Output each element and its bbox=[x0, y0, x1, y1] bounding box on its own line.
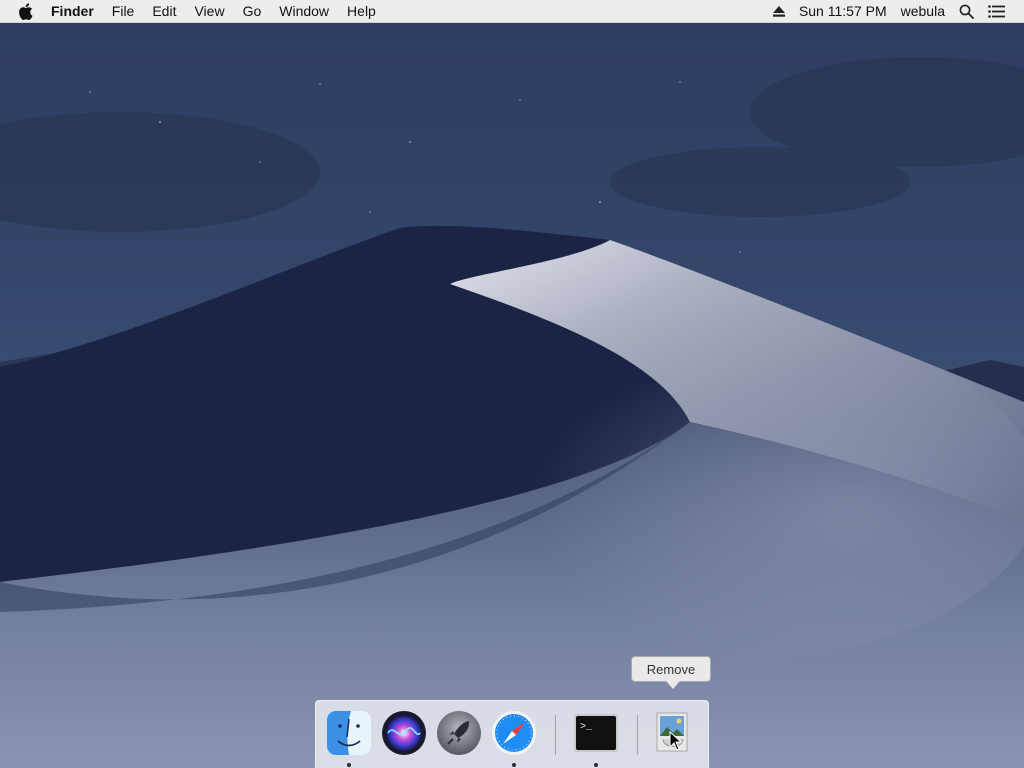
safari-icon bbox=[492, 711, 536, 755]
search-icon[interactable] bbox=[952, 4, 981, 19]
menu-bar-left: Finder File Edit View Go Window Help bbox=[0, 0, 385, 22]
terminal-icon: >_ bbox=[574, 714, 618, 752]
dock-separator bbox=[555, 715, 556, 755]
menu-help[interactable]: Help bbox=[338, 0, 385, 22]
desktop-wallpaper bbox=[0, 22, 1024, 768]
menu-app-finder[interactable]: Finder bbox=[42, 0, 103, 22]
terminal-running-indicator bbox=[594, 763, 598, 767]
list-icon[interactable] bbox=[981, 4, 1012, 18]
dock-item-launchpad[interactable] bbox=[435, 709, 483, 757]
menu-window[interactable]: Window bbox=[270, 0, 338, 22]
siri-icon bbox=[382, 711, 426, 755]
menu-bar: Finder File Edit View Go Window Help Sun… bbox=[0, 0, 1024, 23]
menu-edit[interactable]: Edit bbox=[143, 0, 185, 22]
clock[interactable]: Sun 11:57 PM bbox=[792, 0, 894, 22]
dock-item-safari[interactable] bbox=[490, 709, 538, 757]
finder-icon bbox=[327, 711, 371, 755]
launchpad-icon bbox=[437, 711, 481, 755]
menu-view[interactable]: View bbox=[185, 0, 233, 22]
dock-separator-2 bbox=[637, 715, 638, 755]
finder-running-indicator bbox=[347, 763, 351, 767]
dock-item-finder[interactable] bbox=[325, 709, 373, 757]
dock-item-terminal[interactable]: >_ bbox=[572, 709, 620, 757]
user-name[interactable]: webula bbox=[894, 0, 952, 22]
dock: >_ bbox=[315, 700, 709, 768]
tooltip-pointer bbox=[666, 681, 680, 689]
remove-tooltip: Remove bbox=[631, 656, 711, 682]
eject-icon[interactable] bbox=[766, 5, 792, 17]
apple-icon[interactable] bbox=[18, 2, 34, 20]
cursor-icon bbox=[669, 731, 683, 751]
terminal-prompt: >_ bbox=[580, 722, 593, 733]
menu-go[interactable]: Go bbox=[234, 0, 271, 22]
menu-bar-right: Sun 11:57 PM webula bbox=[766, 0, 1024, 22]
tooltip-label: Remove bbox=[646, 661, 696, 677]
dock-item-siri[interactable] bbox=[380, 709, 428, 757]
menu-file[interactable]: File bbox=[103, 0, 144, 22]
safari-running-indicator bbox=[512, 763, 516, 767]
